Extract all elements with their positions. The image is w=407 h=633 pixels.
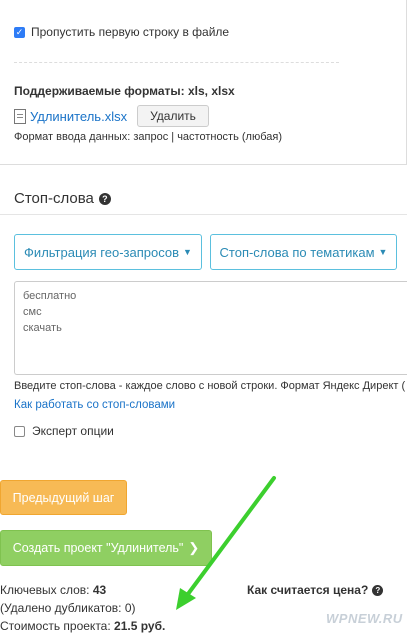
- previous-step-button[interactable]: Предыдущий шаг: [0, 480, 127, 515]
- keywords-value: 43: [92, 583, 107, 597]
- question-circle-icon: ?: [372, 584, 384, 596]
- skip-first-row-label: Пропустить первую строку в файле: [31, 25, 230, 39]
- expert-options-toggle[interactable]: Эксперт опции: [14, 424, 114, 438]
- question-circle-icon[interactable]: ?: [98, 192, 111, 205]
- skip-first-row-option[interactable]: ✓ Пропустить первую строку в файле: [14, 25, 229, 39]
- delete-button[interactable]: Удалить: [137, 105, 209, 127]
- caret-down-icon: ▼: [183, 247, 192, 257]
- cost-value: 21.5 руб.: [114, 619, 166, 633]
- uploaded-file: Удлинитель.xlsx Удалить: [14, 105, 209, 127]
- price-explanation-link[interactable]: Как считается цена? ?: [247, 583, 384, 597]
- check-icon[interactable]: ✓: [14, 26, 25, 38]
- create-project-button[interactable]: Создать проект "Удлинитель" ❯: [0, 530, 212, 566]
- stopwords-hint: Введите стоп-слова - каждое слово с ново…: [14, 380, 406, 392]
- divider: [14, 62, 339, 63]
- expert-options-label: Эксперт опции: [32, 424, 114, 438]
- supported-formats: Поддерживаемые форматы: xls, xlsx: [14, 84, 235, 98]
- excel-file-icon: [14, 108, 26, 124]
- geo-filter-dropdown[interactable]: Фильтрация гео-запросов ▼: [14, 234, 202, 270]
- create-project-label: Создать проект "Удлинитель": [12, 541, 184, 555]
- stopword-line: бесплатно: [23, 290, 77, 302]
- checkbox-icon[interactable]: [14, 425, 25, 437]
- theme-stopwords-label: Стоп-слова по тематикам: [219, 244, 375, 260]
- input-format-note: Формат ввода данных: запрос | частотност…: [14, 131, 283, 143]
- project-cost: Стоимость проекта: 21.5 руб.: [0, 619, 165, 633]
- stopwords-heading: Стоп-слова ?: [14, 190, 111, 207]
- how-to-stopwords-link[interactable]: Как работать со стоп-словами: [14, 399, 175, 411]
- theme-stopwords-dropdown[interactable]: Стоп-слова по тематикам ▼: [210, 234, 397, 270]
- arrow-head: [176, 588, 196, 610]
- stopwords-title: Стоп-слова: [14, 190, 94, 207]
- chevron-right-icon: ❯: [188, 540, 200, 555]
- section-divider: [0, 214, 407, 215]
- price-question: Как считается цена?: [247, 583, 369, 597]
- caret-down-icon: ▼: [378, 247, 388, 257]
- watermark: WPNEW.RU: [326, 611, 403, 626]
- cost-label: Стоимость проекта:: [0, 619, 111, 633]
- import-panel: ✓ Пропустить первую строку в файле Подде…: [0, 0, 407, 165]
- duplicates-removed: (Удалено дубликатов: 0): [0, 601, 136, 615]
- stopwords-textarea[interactable]: бесплатно смс скачать: [14, 281, 407, 375]
- stopword-line: смс: [23, 306, 42, 318]
- geo-filter-label: Фильтрация гео-запросов: [24, 244, 180, 260]
- stopword-line: скачать: [23, 322, 62, 334]
- keywords-label: Ключевых слов:: [0, 583, 90, 597]
- file-link[interactable]: Удлинитель.xlsx: [30, 109, 127, 124]
- keywords-count: Ключевых слов: 43: [0, 583, 106, 597]
